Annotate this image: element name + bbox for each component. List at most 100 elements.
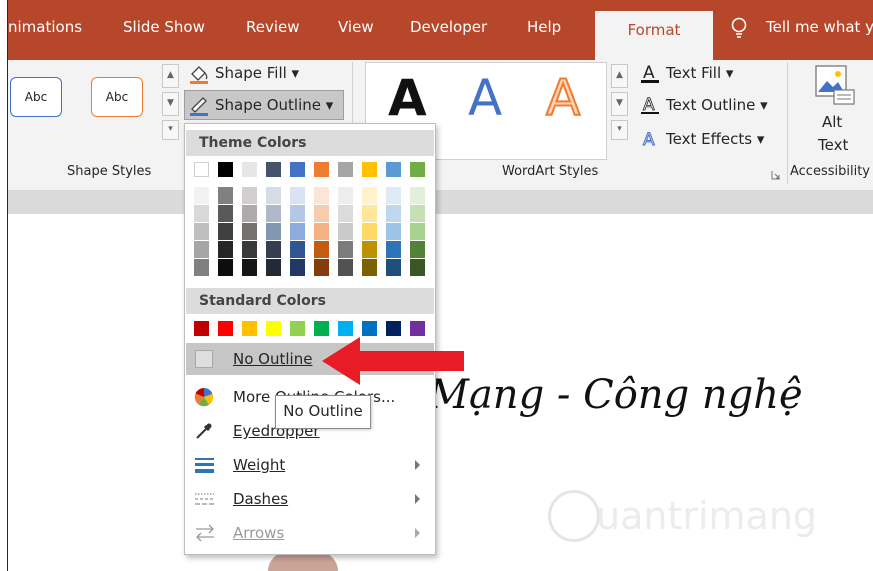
theme-shade-swatch[interactable] — [266, 205, 281, 222]
theme-shade-swatch[interactable] — [314, 187, 329, 204]
theme-color-swatch[interactable] — [338, 162, 353, 177]
theme-shade-swatch[interactable] — [266, 223, 281, 240]
tab-view[interactable]: View — [338, 18, 374, 36]
ribbon-separator — [787, 62, 788, 184]
theme-shade-swatch[interactable] — [266, 187, 281, 204]
theme-color-swatch[interactable] — [410, 162, 425, 177]
theme-shade-swatch[interactable] — [410, 259, 425, 276]
theme-shade-swatch[interactable] — [218, 241, 233, 258]
theme-color-swatch[interactable] — [362, 162, 377, 177]
theme-shade-swatch[interactable] — [290, 187, 305, 204]
theme-shade-swatch[interactable] — [410, 205, 425, 222]
theme-shade-swatch[interactable] — [242, 223, 257, 240]
wordart-scroll-up[interactable]: ▲ — [611, 64, 628, 88]
text-outline-button[interactable]: Text Outline ▾ — [666, 96, 768, 114]
theme-shade-swatch[interactable] — [410, 223, 425, 240]
dashes-item[interactable]: Dashes — [186, 483, 434, 515]
theme-shade-swatch[interactable] — [362, 241, 377, 258]
theme-color-swatch[interactable] — [386, 162, 401, 177]
theme-shade-swatch[interactable] — [290, 241, 305, 258]
theme-shade-swatch[interactable] — [266, 241, 281, 258]
theme-shade-swatch[interactable] — [386, 205, 401, 222]
watermark-text: uantrimang — [596, 494, 818, 538]
alt-text-label-line1[interactable]: Alt — [822, 113, 842, 131]
standard-color-swatch[interactable] — [194, 321, 209, 336]
text-fill-button[interactable]: Text Fill ▾ — [666, 64, 733, 82]
theme-shade-swatch[interactable] — [314, 259, 329, 276]
shape-style-blue-outline[interactable]: Abc — [10, 77, 62, 117]
theme-shade-swatch[interactable] — [386, 223, 401, 240]
theme-shade-swatch[interactable] — [242, 205, 257, 222]
theme-shade-swatch[interactable] — [194, 205, 209, 222]
theme-color-swatch[interactable] — [218, 162, 233, 177]
theme-shade-swatch[interactable] — [410, 187, 425, 204]
theme-color-swatch[interactable] — [266, 162, 281, 177]
theme-shade-swatch[interactable] — [194, 187, 209, 204]
theme-shade-swatch[interactable] — [362, 223, 377, 240]
theme-shade-swatch[interactable] — [338, 259, 353, 276]
theme-color-swatch[interactable] — [194, 162, 209, 177]
shape-outline-label: Shape Outline — [215, 96, 322, 114]
theme-shade-swatch[interactable] — [290, 259, 305, 276]
wordart-style-blue[interactable]: A — [468, 69, 502, 127]
gallery-scroll-down[interactable]: ▼ — [162, 92, 179, 116]
slide-text[interactable]: Mạng - Công nghệ — [428, 372, 803, 418]
theme-shade-swatch[interactable] — [386, 187, 401, 204]
theme-shade-swatch[interactable] — [410, 241, 425, 258]
theme-shade-swatch[interactable] — [266, 259, 281, 276]
shape-style-orange-outline[interactable]: Abc — [91, 77, 143, 117]
theme-shade-swatch[interactable] — [290, 223, 305, 240]
dialog-launcher-icon[interactable] — [771, 170, 781, 180]
theme-color-swatch[interactable] — [242, 162, 257, 177]
tab-slide-show[interactable]: Slide Show — [123, 18, 205, 36]
theme-shade-swatch[interactable] — [242, 259, 257, 276]
theme-shade-swatch[interactable] — [218, 187, 233, 204]
theme-shade-swatch[interactable] — [218, 205, 233, 222]
theme-shade-swatch[interactable] — [194, 223, 209, 240]
theme-shade-swatch[interactable] — [338, 241, 353, 258]
tab-animations[interactable]: nimations — [8, 18, 82, 36]
theme-shade-swatch[interactable] — [314, 241, 329, 258]
weight-item[interactable]: Weight — [186, 449, 434, 481]
gallery-more[interactable]: ▾ — [162, 120, 179, 140]
theme-shade-swatch[interactable] — [194, 259, 209, 276]
standard-color-swatch[interactable] — [266, 321, 281, 336]
wordart-scroll-down[interactable]: ▼ — [611, 92, 628, 116]
wordart-style-black[interactable]: A — [388, 69, 427, 127]
group-label-accessibility: Accessibility — [790, 164, 870, 179]
text-effects-button[interactable]: Text Effects ▾ — [666, 130, 764, 148]
theme-shade-swatch[interactable] — [314, 205, 329, 222]
shape-outline-button[interactable]: Shape Outline ▾ — [215, 96, 333, 114]
theme-shade-swatch[interactable] — [362, 259, 377, 276]
wordart-style-orange[interactable]: A — [545, 68, 581, 128]
tab-developer[interactable]: Developer — [410, 18, 487, 36]
theme-shade-swatch[interactable] — [242, 241, 257, 258]
tab-help[interactable]: Help — [527, 18, 561, 36]
theme-color-swatch[interactable] — [314, 162, 329, 177]
theme-shade-swatch[interactable] — [218, 223, 233, 240]
theme-shade-swatch[interactable] — [314, 223, 329, 240]
tab-format[interactable]: Format — [595, 11, 713, 60]
wordart-more[interactable]: ▾ — [611, 120, 628, 140]
theme-shade-swatch[interactable] — [194, 241, 209, 258]
theme-shade-swatch[interactable] — [338, 187, 353, 204]
theme-shade-swatch[interactable] — [362, 187, 377, 204]
theme-color-swatch[interactable] — [290, 162, 305, 177]
theme-shade-swatch[interactable] — [386, 259, 401, 276]
theme-shade-swatch[interactable] — [362, 205, 377, 222]
arrows-label: Arrows — [233, 524, 285, 542]
gallery-scroll-up[interactable]: ▲ — [162, 64, 179, 88]
theme-shade-swatch[interactable] — [218, 259, 233, 276]
standard-color-swatch[interactable] — [242, 321, 257, 336]
theme-shade-swatch[interactable] — [338, 223, 353, 240]
theme-shade-swatch[interactable] — [338, 205, 353, 222]
theme-shade-swatch[interactable] — [386, 241, 401, 258]
theme-shade-swatch[interactable] — [290, 205, 305, 222]
theme-shade-swatch[interactable] — [242, 187, 257, 204]
shape-fill-button[interactable]: Shape Fill ▾ — [215, 64, 299, 82]
tell-me-search[interactable]: Tell me what y — [766, 18, 873, 36]
standard-color-swatch[interactable] — [218, 321, 233, 336]
alt-text-label-line2[interactable]: Text — [818, 136, 848, 154]
tab-review[interactable]: Review — [246, 18, 300, 36]
standard-color-swatch[interactable] — [290, 321, 305, 336]
